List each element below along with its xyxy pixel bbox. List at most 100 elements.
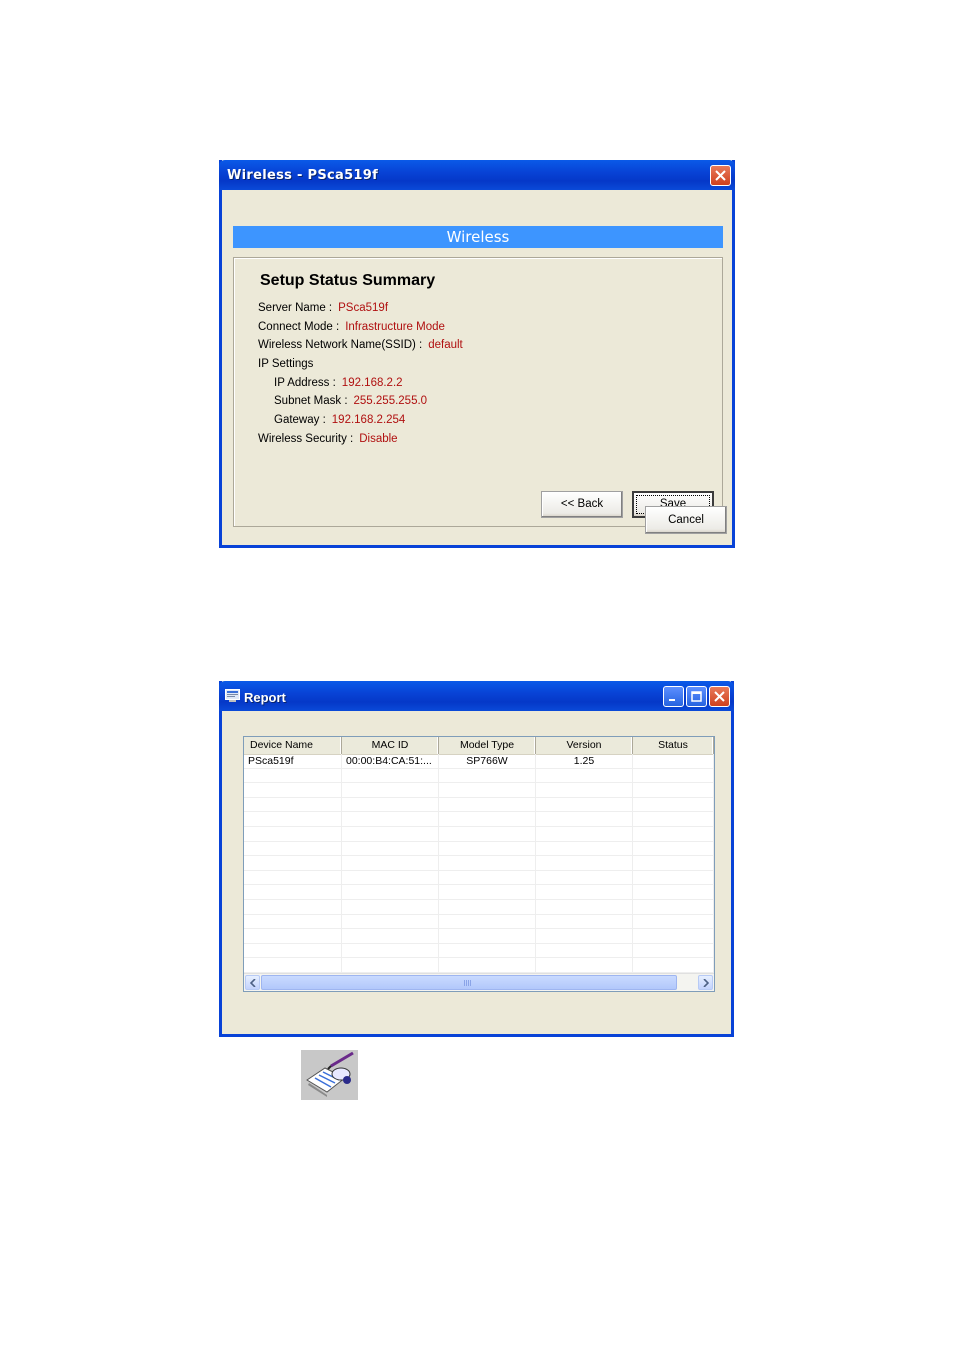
- server-name-row: Server Name : PSca519f: [258, 302, 388, 314]
- empty-cell: [439, 856, 536, 870]
- scroll-left-button[interactable]: [245, 975, 260, 990]
- field-value: PSca519f: [338, 302, 389, 314]
- empty-cell: [244, 797, 342, 812]
- report-list[interactable]: Device Name MAC ID Model Type Version St…: [243, 736, 715, 992]
- empty-row: [244, 899, 714, 915]
- subnet-mask-row: Subnet Mask : 255.255.255.0: [274, 395, 427, 407]
- field-value: default: [428, 339, 463, 351]
- field-value: Disable: [359, 433, 398, 445]
- empty-cell: [342, 826, 439, 841]
- cell-mac-id: 00:00:B4:CA:51:...: [342, 754, 439, 768]
- gateway-row: Gateway : 192.168.2.254: [274, 414, 405, 426]
- empty-cell: [439, 797, 536, 812]
- wireless-banner: Wireless: [233, 226, 723, 248]
- edit-wizard-icon[interactable]: [301, 1050, 358, 1100]
- horizontal-scrollbar[interactable]: [244, 973, 714, 991]
- back-button[interactable]: << Back: [541, 491, 623, 518]
- empty-cell: [536, 826, 633, 841]
- column-status[interactable]: Status: [633, 737, 714, 754]
- empty-cell: [342, 812, 439, 826]
- list-header: Device Name MAC ID Model Type Version St…: [244, 737, 714, 755]
- close-button[interactable]: [710, 165, 731, 186]
- column-version[interactable]: Version: [536, 737, 633, 754]
- minimize-button[interactable]: [663, 686, 684, 707]
- empty-cell: [536, 797, 633, 812]
- empty-cell: [536, 943, 633, 958]
- empty-cell: [244, 929, 342, 943]
- empty-cell: [244, 768, 342, 783]
- empty-cell: [633, 914, 714, 929]
- empty-cell: [633, 885, 714, 899]
- empty-row: [244, 943, 714, 959]
- empty-cell: [536, 914, 633, 929]
- empty-row: [244, 797, 714, 813]
- empty-cell: [342, 929, 439, 943]
- scroll-right-button[interactable]: [698, 975, 713, 990]
- empty-row: [244, 914, 714, 930]
- empty-cell: [536, 885, 633, 899]
- report-titlebar[interactable]: Report: [219, 681, 734, 711]
- empty-row: [244, 768, 714, 784]
- empty-cell: [244, 856, 342, 870]
- empty-cell: [633, 841, 714, 856]
- empty-cell: [342, 958, 439, 972]
- cancel-button[interactable]: Cancel: [645, 506, 727, 534]
- empty-cell: [633, 929, 714, 943]
- empty-cell: [244, 885, 342, 899]
- empty-row: [244, 870, 714, 886]
- wireless-window: Wireless - PSca519f Wireless Setup Statu…: [219, 160, 735, 548]
- empty-row: [244, 783, 714, 798]
- empty-cell: [633, 943, 714, 958]
- field-value: 192.168.2.254: [331, 414, 406, 426]
- cell-status: [633, 754, 714, 768]
- empty-cell: [536, 856, 633, 870]
- empty-row: [244, 826, 714, 842]
- empty-cell: [633, 856, 714, 870]
- window-title: Report: [244, 690, 286, 705]
- field-value: 255.255.255.0: [353, 395, 428, 407]
- empty-cell: [633, 958, 714, 972]
- chevron-right-icon: [703, 979, 709, 987]
- empty-row: [244, 929, 714, 944]
- wireless-titlebar[interactable]: Wireless - PSca519f: [219, 160, 735, 190]
- empty-cell: [439, 783, 536, 797]
- empty-cell: [342, 885, 439, 899]
- empty-cell: [439, 885, 536, 899]
- close-button[interactable]: [709, 686, 730, 707]
- field-label: Gateway :: [274, 414, 326, 426]
- empty-cell: [342, 783, 439, 797]
- field-label: Server Name :: [258, 302, 333, 314]
- maximize-button[interactable]: [686, 686, 707, 707]
- summary-panel: Setup Status Summary Server Name : PSca51…: [233, 257, 723, 527]
- scroll-thumb[interactable]: [261, 975, 677, 990]
- empty-cell: [439, 899, 536, 914]
- empty-cell: [439, 812, 536, 826]
- empty-row: [244, 841, 714, 857]
- field-label: IP Settings: [258, 358, 314, 370]
- field-label: Subnet Mask :: [274, 395, 348, 407]
- field-label: Wireless Network Name(SSID) :: [258, 339, 423, 351]
- empty-cell: [536, 768, 633, 783]
- ip-address-row: IP Address : 192.168.2.2: [274, 377, 403, 389]
- cell-model-type: SP766W: [439, 754, 536, 768]
- field-label: Wireless Security :: [258, 433, 354, 445]
- table-row[interactable]: PSca519f 00:00:B4:CA:51:... SP766W 1.25: [244, 754, 714, 769]
- column-device-name[interactable]: Device Name: [244, 737, 342, 754]
- cell-device-name: PSca519f: [244, 754, 342, 768]
- empty-cell: [244, 958, 342, 972]
- empty-cell: [342, 914, 439, 929]
- wireless-security-row: Wireless Security : Disable: [258, 433, 398, 445]
- empty-cell: [342, 899, 439, 914]
- close-icon: [715, 170, 726, 181]
- ip-settings-row: IP Settings: [258, 358, 313, 370]
- empty-cell: [244, 812, 342, 826]
- empty-cell: [633, 826, 714, 841]
- empty-cell: [633, 797, 714, 812]
- empty-cell: [244, 783, 342, 797]
- empty-cell: [536, 783, 633, 797]
- column-mac-id[interactable]: MAC ID: [342, 737, 439, 754]
- column-model-type[interactable]: Model Type: [439, 737, 536, 754]
- report-app-icon: [225, 689, 240, 702]
- empty-cell: [536, 870, 633, 885]
- empty-cell: [244, 870, 342, 885]
